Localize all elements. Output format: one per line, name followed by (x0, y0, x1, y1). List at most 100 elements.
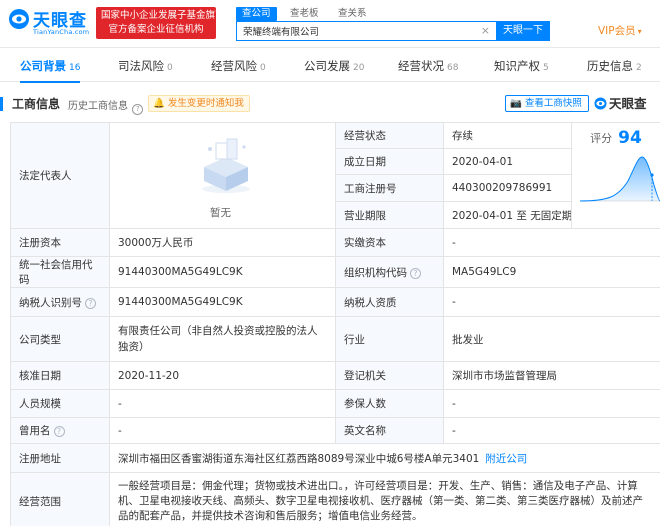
credit-code-value: 91440300MA5G49LC9K (109, 256, 336, 288)
clear-icon[interactable]: × (481, 24, 490, 38)
empty-text: 暂无 (210, 207, 231, 219)
history-label: 历史工商信息 (68, 101, 128, 112)
legal-rep-cell: 暂无 (109, 122, 336, 229)
logo-subtitle: TianYanCha.com (33, 28, 90, 36)
tianyancha-eye-icon (9, 9, 29, 29)
insured-value: - (443, 389, 660, 418)
company-type-value: 有限责任公司（非自然人投资或控股的法人独资） (109, 316, 336, 362)
search-tab-boss[interactable]: 查老板 (284, 7, 325, 21)
tab-count: 2 (636, 63, 642, 73)
status-value: 存续 (443, 122, 572, 149)
search-button[interactable]: 天眼一下 (496, 21, 550, 41)
term-value: 2020-04-01 至 无固定期限 (443, 201, 572, 229)
reg-no-label: 工商注册号 (335, 174, 444, 202)
history-business-info-link[interactable]: 历史工商信息 ? (68, 97, 144, 115)
taxpayer-id-value: 91440300MA5G49LC9K (109, 287, 336, 317)
former-name-label-cell: 曾用名? (10, 417, 110, 444)
authority-value: 深圳市市场监督管理局 (443, 361, 660, 390)
paid-capital-label: 实缴资本 (335, 228, 444, 257)
legal-rep-label: 法定代表人 (10, 122, 110, 229)
search-box: × (236, 21, 496, 41)
banner-line-2: 官方备案企业征信机构 (108, 24, 204, 35)
taxpayer-qual-label: 纳税人资质 (335, 287, 444, 317)
capital-value: 30000万人民币 (109, 228, 336, 257)
tab-operating-risk[interactable]: 经营风险 0 (211, 58, 266, 82)
address-cell: 深圳市福田区香蜜湖街道东海社区红荔西路8089号深业中城6号楼A单元3401 附近… (109, 443, 660, 473)
paid-capital-value: - (443, 228, 660, 257)
org-code-value: MA5G49LC9 (443, 256, 660, 288)
taxpayer-id-label-cell: 纳税人识别号? (10, 287, 110, 317)
brand-watermark: 天眼查 (594, 93, 647, 112)
search-tab-relation[interactable]: 查关系 (332, 7, 373, 21)
question-icon[interactable]: ? (85, 297, 96, 309)
company-tabs: 公司背景 16 司法风险 0 经营风险 0 公司发展 20 经营状况 68 知识产权 5 历… (0, 58, 660, 83)
chevron-down-icon: ▾ (637, 27, 642, 36)
tab-intellectual-property[interactable]: 知识产权 5 (494, 58, 549, 82)
section-header: 工商信息 历史工商信息 ? 🔔 发生变更时通知我 📷 查看工商快照 天眼查 (0, 92, 660, 118)
search-tabs: 查公司 查老板 查关系 (236, 6, 377, 21)
question-icon[interactable]: ? (410, 267, 421, 279)
staff-size-value: - (109, 389, 336, 418)
credit-code-label: 统一社会信用代码 (10, 256, 110, 288)
table-row: 注册资本 30000万人民币 实缴资本 - (10, 228, 660, 257)
tab-count: 0 (260, 63, 266, 73)
search-input[interactable] (237, 22, 473, 40)
term-label: 营业期限 (335, 201, 444, 229)
change-notify-button[interactable]: 🔔 发生变更时通知我 (148, 95, 250, 112)
approval-date-label: 核准日期 (10, 361, 110, 390)
tab-label: 公司发展 (304, 59, 350, 73)
search-tab-company[interactable]: 查公司 (236, 7, 277, 21)
scope-value: 一般经营项目是：佣金代理；货物或技术进出口。，许可经营项目是：开发、生产、销售：… (109, 472, 660, 526)
taxpayer-id-label: 纳税人识别号 (19, 296, 82, 309)
company-type-label: 公司类型 (10, 316, 110, 362)
former-name-label: 曾用名 (19, 425, 51, 437)
status-label: 经营状态 (335, 122, 444, 149)
org-code-label: 组织机构代码 (344, 266, 407, 279)
tab-count: 5 (543, 63, 549, 73)
founded-value: 2020-04-01 (443, 148, 572, 175)
tab-label: 历史信息 (587, 59, 633, 73)
question-icon: ? (132, 104, 144, 115)
staff-size-label: 人员规模 (10, 389, 110, 418)
table-row: 核准日期 2020-11-20 登记机关 深圳市市场监督管理局 (10, 361, 660, 390)
insured-label: 参保人数 (335, 389, 444, 418)
tab-company-development[interactable]: 公司发展 20 (304, 58, 364, 82)
business-info-table: 法定代表人 暂无 经营状态 存续 评分 94 成立日期 2020-04-01 工… (10, 122, 660, 526)
table-row: 法定代表人 暂无 经营状态 存续 评分 94 (10, 122, 660, 229)
tab-label: 经营风险 (211, 59, 257, 73)
question-icon[interactable]: ? (53, 426, 65, 437)
org-code-label-cell: 组织机构代码? (335, 256, 444, 288)
founded-label: 成立日期 (335, 148, 444, 175)
snapshot-button[interactable]: 📷 查看工商快照 (505, 95, 589, 112)
tab-judicial-risk[interactable]: 司法风险 0 (118, 58, 173, 82)
score-distribution-chart (579, 156, 660, 202)
score-label: 评分 (590, 132, 613, 145)
english-name-label: 英文名称 (335, 417, 444, 444)
tab-operating-status[interactable]: 经营状况 68 (398, 58, 458, 82)
bell-icon: 🔔 (153, 98, 165, 109)
top-header: 天眼查 TianYanCha.com 国家中小企业发展子基金旗下 官方备案企业征… (0, 0, 660, 48)
approval-date-value: 2020-11-20 (109, 361, 336, 390)
nearby-companies-link[interactable]: 附近公司 (485, 453, 527, 465)
tab-label: 知识产权 (494, 59, 540, 73)
tab-company-background[interactable]: 公司背景 16 (20, 58, 81, 83)
empty-box-icon (202, 138, 250, 193)
score-cell[interactable]: 评分 94 (571, 122, 660, 229)
score-line: 评分 94 (573, 128, 660, 148)
logo[interactable]: 天眼查 TianYanCha.com (8, 6, 92, 40)
vip-label: VIP会员 (598, 25, 636, 37)
former-name-value: - (109, 417, 336, 444)
tab-label: 公司背景 (20, 59, 66, 73)
english-name-value: - (443, 417, 660, 444)
table-row: 人员规模 - 参保人数 - (10, 389, 660, 418)
scope-label: 经营范围 (10, 472, 110, 526)
tab-label: 司法风险 (118, 59, 164, 73)
notify-label: 发生变更时通知我 (167, 98, 244, 109)
section-title: 工商信息 (12, 97, 61, 111)
tab-count: 0 (167, 63, 173, 73)
table-row: 曾用名? - 英文名称 - (10, 417, 660, 444)
vip-menu[interactable]: VIP会员 ▾ (598, 23, 642, 38)
tab-history-info[interactable]: 历史信息 2 (587, 58, 642, 82)
tianyancha-eye-icon (594, 97, 607, 110)
score-value: 94 (618, 128, 642, 148)
